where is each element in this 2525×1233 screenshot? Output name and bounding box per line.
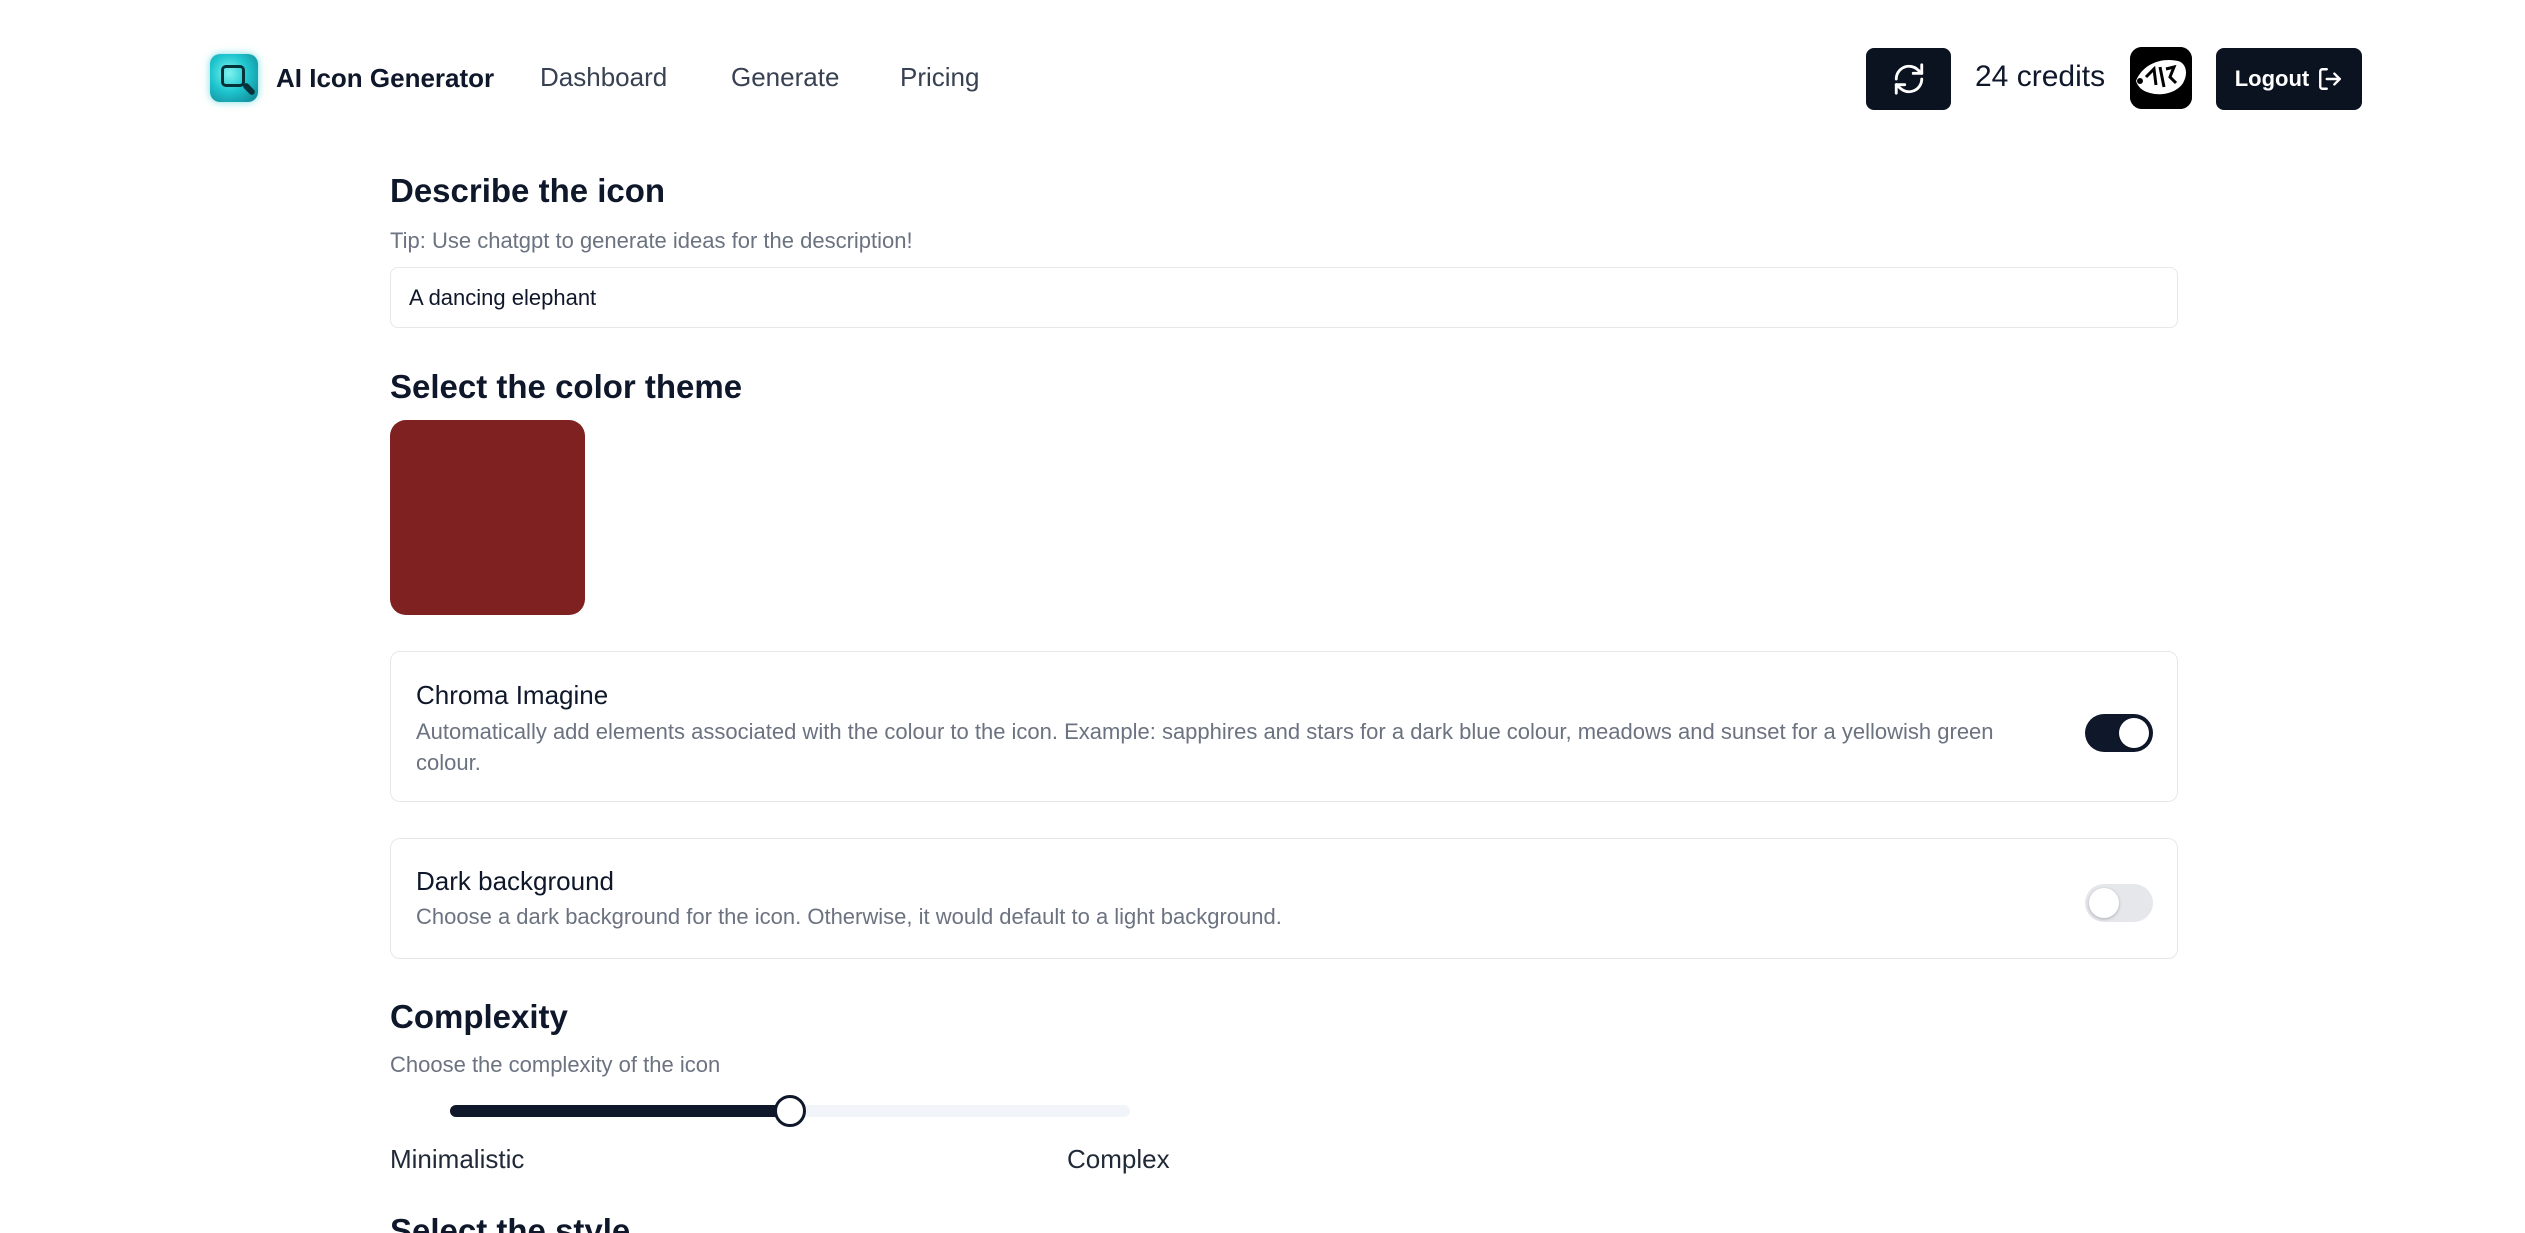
chroma-imagine-card: Chroma Imagine Automatically add element… <box>390 651 2178 802</box>
describe-tip: Tip: Use chatgpt to generate ideas for t… <box>390 228 913 253</box>
complexity-slider-thumb[interactable] <box>774 1095 806 1127</box>
dark-background-title: Dark background <box>416 866 614 896</box>
style-title: Select the style <box>390 1212 631 1233</box>
credits-count: 24 credits <box>1975 60 2106 93</box>
dark-background-description: Choose a dark background for the icon. O… <box>416 904 1282 929</box>
logout-button[interactable]: Logout <box>2216 48 2362 110</box>
color-theme-title: Select the color theme <box>390 368 743 405</box>
color-swatch-selected[interactable] <box>390 420 585 615</box>
refresh-credits-button[interactable] <box>1866 48 1951 110</box>
chroma-imagine-toggle[interactable] <box>2085 714 2153 752</box>
app-logo-icon <box>210 54 258 102</box>
nav-dashboard[interactable]: Dashboard <box>540 62 667 93</box>
complexity-slider[interactable] <box>450 1095 1130 1127</box>
dark-background-card: Dark background Choose a dark background… <box>390 838 2178 959</box>
logout-icon <box>2319 68 2342 90</box>
dark-background-toggle[interactable] <box>2085 884 2153 922</box>
nav-pricing[interactable]: Pricing <box>900 62 979 93</box>
logout-label: Logout <box>2234 66 2310 91</box>
avatar-image-icon <box>2130 47 2192 109</box>
complexity-max-label: Complex <box>1067 1144 1170 1174</box>
chroma-title: Chroma Imagine <box>416 680 609 710</box>
describe-title: Describe the icon <box>390 172 666 209</box>
brand-name: AI Icon Generator <box>276 62 495 93</box>
complexity-subtitle: Choose the complexity of the icon <box>390 1052 721 1077</box>
brand-link[interactable]: AI Icon Generator <box>210 54 494 102</box>
complexity-min-label: Minimalistic <box>390 1144 525 1174</box>
nav-generate[interactable]: Generate <box>731 62 839 93</box>
chroma-description: Automatically add elements associated wi… <box>416 719 1994 775</box>
complexity-title: Complexity <box>390 998 568 1035</box>
refresh-icon <box>1894 63 1923 95</box>
description-input[interactable] <box>390 267 2178 328</box>
top-navbar: AI Icon Generator Dashboard Generate Pri… <box>0 0 2525 156</box>
user-avatar[interactable] <box>2130 47 2192 109</box>
complexity-slider-fill <box>450 1105 790 1117</box>
